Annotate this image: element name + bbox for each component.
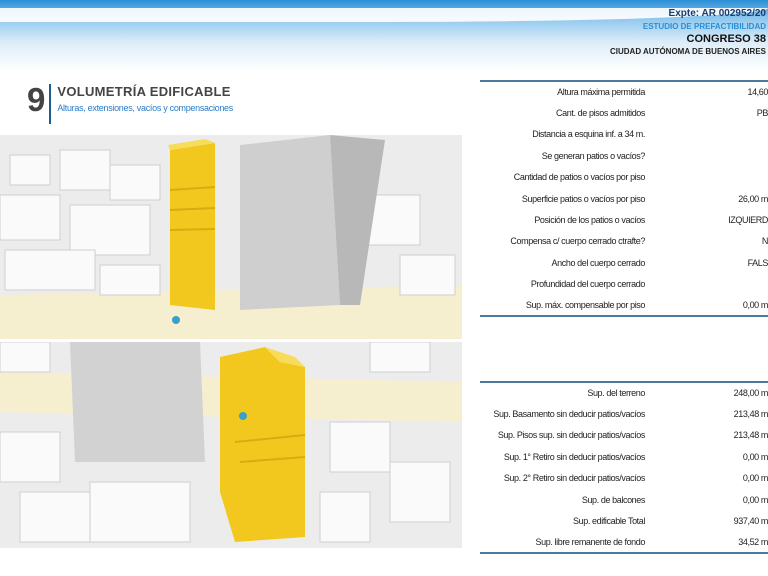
row-value: 26,00 m bbox=[738, 193, 768, 204]
row-value: 937,40 m bbox=[733, 516, 768, 527]
row-value: 248,00 m bbox=[733, 388, 768, 399]
row-label: Sup. 1° Retiro sin deducir patios/vacíos bbox=[503, 451, 646, 462]
row-value: IZQUIERD bbox=[728, 215, 768, 226]
table-row: Sup. de balcones 0,00 m bbox=[480, 489, 768, 510]
table-row: Distancia a esquina inf. a 34 m. bbox=[480, 124, 768, 145]
row-label: Cantidad de patios o vacíos por piso bbox=[513, 172, 646, 183]
table-row: Sup. Pisos sup. sin deducir patios/vacío… bbox=[480, 425, 768, 446]
header-info: Expte: AR 002952/20 ESTUDIO DE PREFACTIB… bbox=[610, 8, 766, 56]
row-value: PB bbox=[756, 108, 768, 119]
row-label: Profundidad del cuerpo cerrado bbox=[530, 279, 645, 290]
row-value: FALS bbox=[747, 257, 768, 268]
table-row: Compensa c/ cuerpo cerrado ctrafte? N bbox=[480, 231, 768, 252]
row-value: 34,52 m bbox=[738, 536, 768, 547]
row-label: Compensa c/ cuerpo cerrado ctrafte? bbox=[510, 236, 645, 247]
table-row: Ancho del cuerpo cerrado FALS bbox=[480, 252, 768, 273]
table-row: Cantidad de patios o vacíos por piso bbox=[480, 167, 768, 188]
row-value: 213,48 m bbox=[733, 430, 768, 441]
row-value: 213,48 m bbox=[733, 409, 768, 420]
row-label: Distancia a esquina inf. a 34 m. bbox=[532, 129, 645, 140]
row-value bbox=[645, 124, 768, 145]
section-heading: 9 VOLUMETRÍA EDIFICABLE Alturas, extensi… bbox=[27, 81, 233, 124]
row-label: Superficie patios o vacíos por piso bbox=[521, 193, 645, 204]
row-label: Sup. máx. compensable por piso bbox=[525, 300, 645, 311]
table-row: Superficie patios o vacíos por piso 26,00… bbox=[480, 188, 768, 209]
row-label: Sup. Pisos sup. sin deducir patios/vacío… bbox=[497, 430, 646, 441]
row-value bbox=[645, 145, 768, 166]
row-value: 0,00 m bbox=[742, 300, 768, 311]
ciudad: CIUDAD AUTÓNOMA DE BUENOS AIRES bbox=[609, 47, 766, 56]
row-value: 0,00 m bbox=[742, 451, 768, 462]
row-value bbox=[645, 167, 768, 188]
section-number: 9 bbox=[27, 81, 46, 118]
row-label: Sup. de balcones bbox=[581, 494, 646, 505]
table-row: Sup. edificable Total 937,40 m bbox=[480, 510, 768, 531]
volumetry-parameters-table: Altura máxima permitida 14,60 Cant. de pis… bbox=[480, 80, 768, 318]
surface-summary-table: Sup. del terreno 248,00 m Sup. Basamento s… bbox=[480, 381, 768, 555]
table-row: Sup. Basamento sin deducir patios/vacíos… bbox=[480, 403, 768, 424]
row-value: 0,00 m bbox=[742, 494, 768, 505]
table-row: Cant. de pisos admitidos PB bbox=[480, 102, 768, 123]
row-label: Sup. 2° Retiro sin deducir patios/vacíos bbox=[503, 473, 646, 484]
page-header: Expte: AR 002952/20 ESTUDIO DE PREFACTIB… bbox=[0, 0, 768, 70]
table-row: Sup. máx. compensable por piso 0,00 m bbox=[480, 295, 768, 316]
expediente: Expte: AR 002952/20 bbox=[668, 8, 766, 19]
row-label: Se generan patios o vacíos? bbox=[541, 150, 646, 161]
row-value: 0,00 m bbox=[742, 473, 768, 484]
divider bbox=[49, 84, 52, 124]
row-label: Sup. del terreno bbox=[587, 388, 645, 399]
row-label: Ancho del cuerpo cerrado bbox=[551, 257, 646, 268]
row-value: 14,60 bbox=[747, 87, 768, 98]
row-label: Sup. Basamento sin deducir patios/vacíos bbox=[493, 409, 645, 420]
row-label: Posición de los patios o vacíos bbox=[534, 215, 645, 226]
row-value bbox=[645, 274, 768, 295]
section-title: VOLUMETRÍA EDIFICABLE bbox=[57, 84, 231, 99]
table-row: Profundidad del cuerpo cerrado bbox=[480, 274, 768, 295]
row-label: Altura máxima permitida bbox=[557, 87, 645, 98]
table-row: Se generan patios o vacíos? bbox=[480, 145, 768, 166]
table-row: Posición de los patios o vacíos IZQUIERD bbox=[480, 209, 768, 230]
volumetry-view-top bbox=[0, 135, 462, 339]
section-subtitle: Alturas, extensiones, vacíos y compensac… bbox=[57, 103, 233, 113]
table-row: Sup. libre remanente de fondo 34,52 m bbox=[480, 532, 768, 553]
table-row: Altura máxima permitida 14,60 bbox=[480, 81, 768, 102]
row-label: Sup. edificable Total bbox=[573, 516, 645, 527]
table-row: Sup. 2° Retiro sin deducir patios/vacíos… bbox=[480, 468, 768, 489]
row-value: N bbox=[761, 236, 768, 247]
table-row: Sup. del terreno 248,00 m bbox=[480, 382, 768, 403]
volumetry-view-bottom bbox=[0, 342, 462, 548]
row-label: Cant. de pisos admitidos bbox=[556, 108, 645, 119]
estudio: ESTUDIO DE PREFACTIBILIDAD bbox=[642, 22, 766, 31]
table-row: Sup. 1° Retiro sin deducir patios/vacíos… bbox=[480, 446, 768, 467]
row-label: Sup. libre remanente de fondo bbox=[535, 536, 646, 547]
direccion: CONGRESO 38 bbox=[686, 33, 766, 45]
